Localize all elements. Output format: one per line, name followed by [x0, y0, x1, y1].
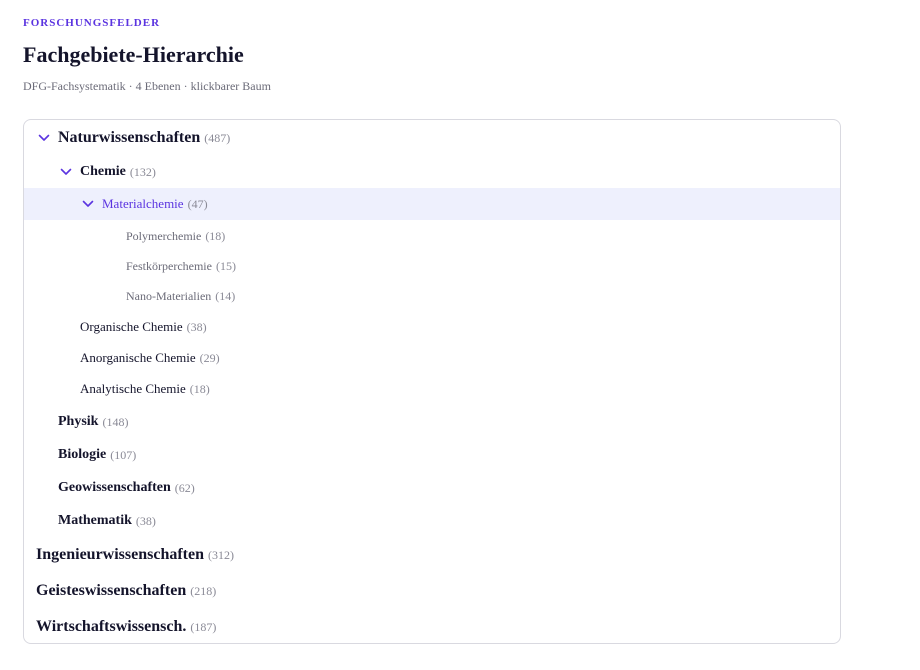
tree-node-label: Biologie	[58, 447, 107, 462]
tree-node-ingenieurwissenschaften[interactable]: Ingenieurwissenschaften (312)	[24, 544, 840, 566]
tree-node-count: (18)	[189, 381, 210, 396]
tree-node-count: (148)	[102, 414, 129, 429]
chevron-down-icon[interactable]	[58, 168, 74, 176]
tree-node-count: (14)	[215, 288, 236, 303]
tree-node-festkoerperchemie[interactable]: Festkörperchemie (15)	[24, 256, 840, 276]
tree-node-label: Mathematik	[58, 513, 132, 528]
tree-node-count: (62)	[174, 480, 195, 495]
tree-node-mathematik[interactable]: Mathematik (38)	[24, 511, 840, 531]
tree-node-count: (107)	[110, 447, 137, 462]
tree-node-label: Wirtschaftswissensch.	[36, 618, 187, 635]
tree-node-count: (15)	[215, 258, 236, 273]
category-tree: Naturwissenschaften (487) Chemie (132) Mater…	[23, 119, 841, 644]
tree-node-count: (487)	[204, 130, 231, 145]
tree-node-count: (18)	[205, 228, 226, 243]
tree-node-label: Organische Chemie	[80, 319, 183, 334]
tree-node-wirtschaftswissensch[interactable]: Wirtschaftswissensch. (187)	[24, 616, 840, 638]
tree-node-label: Chemie	[80, 164, 126, 179]
tree-node-label: Ingenieurwissenschaften	[36, 546, 205, 563]
tree-node-label: Geowissenschaften	[58, 480, 171, 495]
tree-node-label: Analytische Chemie	[80, 381, 186, 396]
tree-node-polymerchemie[interactable]: Polymerchemie (18)	[24, 226, 840, 246]
tree-node-chemie[interactable]: Chemie (132)	[24, 162, 840, 182]
chevron-down-icon[interactable]	[36, 134, 52, 142]
tree-node-anorganische-chemie[interactable]: Anorganische Chemie (29)	[24, 348, 840, 368]
tree-node-label: Physik	[58, 414, 99, 429]
tree-node-geowissenschaften[interactable]: Geowissenschaften (62)	[24, 478, 840, 498]
tree-node-label: Polymerchemie	[126, 228, 202, 243]
tree-node-biologie[interactable]: Biologie (107)	[24, 445, 840, 465]
tree-node-organische-chemie[interactable]: Organische Chemie (38)	[24, 317, 840, 337]
tree-node-nano-materialien[interactable]: Nano-Materialien (14)	[24, 286, 840, 306]
tree-node-label: Nano-Materialien	[126, 288, 212, 303]
tree-node-count: (47)	[187, 196, 208, 211]
tree-node-geisteswissenschaften[interactable]: Geisteswissenschaften (218)	[24, 580, 840, 602]
tree-node-physik[interactable]: Physik (148)	[24, 412, 840, 432]
tree-node-count: (187)	[190, 619, 217, 634]
tree-node-count: (38)	[135, 513, 156, 528]
tree-node-count: (38)	[186, 319, 207, 334]
tree-node-label: Anorganische Chemie	[80, 350, 196, 365]
tree-node-label: Geisteswissenschaften	[36, 582, 187, 599]
tree-node-label: Materialchemie	[102, 196, 184, 211]
tree-node-analytische-chemie[interactable]: Analytische Chemie (18)	[24, 379, 840, 399]
eyebrow-label: FORSCHUNGSFELDER	[23, 17, 161, 29]
chevron-down-icon[interactable]	[80, 200, 96, 208]
tree-node-label: Festkörperchemie	[126, 258, 212, 273]
tree-node-count: (312)	[208, 547, 235, 562]
page-title: Fachgebiete-Hierarchie	[23, 42, 244, 67]
tree-node-count: (218)	[190, 583, 217, 598]
page-subtitle: DFG-Fachsystematik · 4 Ebenen · klickbar…	[23, 79, 271, 93]
tree-node-count: (132)	[129, 164, 156, 179]
tree-node-label: Naturwissenschaften	[58, 129, 201, 146]
tree-node-count: (29)	[199, 350, 220, 365]
tree-node-naturwissenschaften[interactable]: Naturwissenschaften (487)	[24, 128, 840, 148]
tree-node-materialchemie[interactable]: Materialchemie (47)	[24, 188, 840, 220]
